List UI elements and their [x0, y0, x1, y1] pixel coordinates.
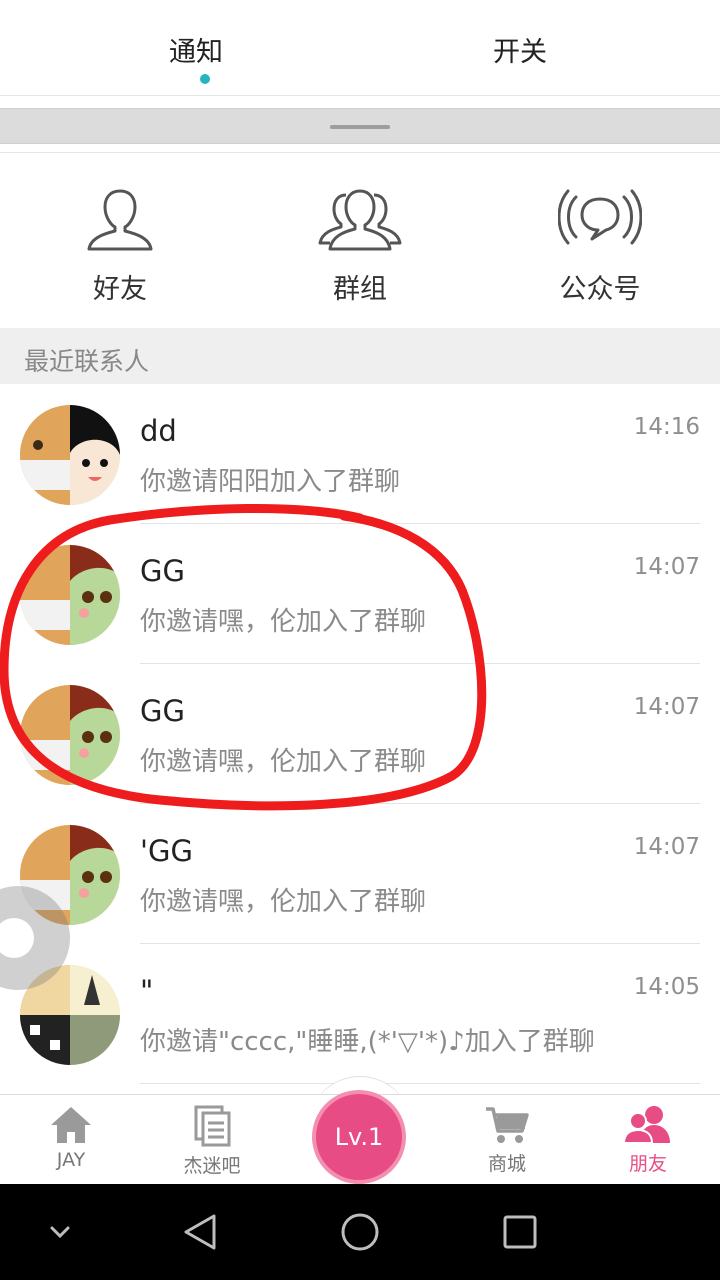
level-button[interactable]: Lv.1 — [312, 1090, 406, 1184]
nav-jay[interactable]: JAY — [11, 1105, 131, 1185]
back-triangle-icon — [184, 1214, 216, 1250]
group-avatar — [20, 685, 120, 785]
nav-label: 朋友 — [628, 1153, 667, 1175]
chevron-down-icon — [50, 1226, 70, 1239]
category-label: 群组 — [333, 274, 387, 305]
contact-name: GG — [140, 554, 185, 588]
nav-fan-forum[interactable]: 杰迷吧 — [152, 1105, 272, 1185]
hide-keyboard-button[interactable] — [30, 1184, 90, 1280]
contact-row[interactable]: GG 14:07 你邀请嘿，伦加入了群聊 — [0, 664, 720, 804]
contact-last-message: 你邀请"cccc,"睡睡,(*'▽'*)♪加入了群聊 — [140, 1027, 595, 1057]
tab-notifications[interactable]: 通知 — [116, 30, 276, 69]
category-public-accounts[interactable]: 公众号 — [520, 185, 680, 315]
contact-time: 14:07 — [633, 694, 700, 720]
nav-friends[interactable]: 朋友 — [588, 1105, 708, 1185]
category-groups[interactable]: 群组 — [280, 185, 440, 315]
nav-label: 杰迷吧 — [183, 1155, 241, 1177]
contact-name: dd — [140, 414, 177, 448]
shopping-cart-icon — [486, 1107, 529, 1143]
nav-label: 商城 — [487, 1153, 526, 1175]
back-button[interactable] — [170, 1184, 230, 1280]
section-title: 最近联系人 — [24, 347, 150, 376]
contact-row[interactable]: dd 14:16 你邀请阳阳加入了群聊 — [0, 384, 720, 524]
category-friends[interactable]: 好友 — [40, 185, 200, 315]
contact-time: 14:16 — [633, 414, 700, 440]
row-divider — [140, 1083, 700, 1084]
home-button[interactable] — [330, 1184, 390, 1280]
top-tab-bar: 通知 开关 — [0, 0, 720, 96]
broadcast-icon — [558, 189, 642, 245]
contact-row[interactable]: 'GG 14:07 你邀请嘿，伦加入了群聊 — [0, 804, 720, 944]
contact-name: 'GG — [140, 834, 193, 868]
contact-last-message: 你邀请阳阳加入了群聊 — [140, 467, 401, 497]
category-label: 公众号 — [559, 274, 641, 305]
home-circle-icon — [341, 1213, 379, 1251]
section-header: 最近联系人 — [0, 328, 720, 384]
system-navigation-bar — [0, 1184, 720, 1280]
drag-handle-icon[interactable] — [330, 125, 390, 129]
pull-handle-bar[interactable] — [0, 108, 720, 144]
contact-row[interactable]: GG 14:07 你邀请嘿，伦加入了群聊 — [0, 524, 720, 664]
contact-last-message: 你邀请嘿，伦加入了群聊 — [140, 887, 427, 917]
contact-name: " — [140, 974, 154, 1008]
nav-shop[interactable]: 商城 — [447, 1105, 567, 1185]
tab-switch[interactable]: 开关 — [440, 30, 600, 69]
category-label: 好友 — [93, 274, 147, 305]
home-icon — [51, 1107, 91, 1143]
person-icon — [87, 189, 153, 251]
contact-last-message: 你邀请嘿，伦加入了群聊 — [140, 747, 427, 777]
recents-button[interactable] — [490, 1184, 550, 1280]
group-avatar — [20, 545, 120, 645]
contact-time: 14:05 — [633, 974, 700, 1000]
document-icon — [194, 1105, 231, 1147]
contact-time: 14:07 — [633, 834, 700, 860]
active-tab-indicator — [200, 74, 210, 84]
contact-last-message: 你邀请嘿，伦加入了群聊 — [140, 607, 427, 637]
friends-icon — [624, 1106, 670, 1144]
contact-row[interactable]: " 14:05 你邀请"cccc,"睡睡,(*'▽'*)♪加入了群聊 — [0, 944, 720, 1084]
group-icon — [318, 189, 402, 251]
group-avatar — [20, 405, 120, 505]
recents-square-icon — [503, 1215, 537, 1249]
contact-name: GG — [140, 694, 185, 728]
recent-contacts-list: dd 14:16 你邀请阳阳加入了群聊 GG 14:07 你邀请嘿，伦加入了群聊 — [0, 384, 720, 1084]
category-shortcuts: 好友 群组 公众号 — [0, 152, 720, 328]
nav-label: JAY — [56, 1149, 86, 1171]
contact-time: 14:07 — [633, 554, 700, 580]
